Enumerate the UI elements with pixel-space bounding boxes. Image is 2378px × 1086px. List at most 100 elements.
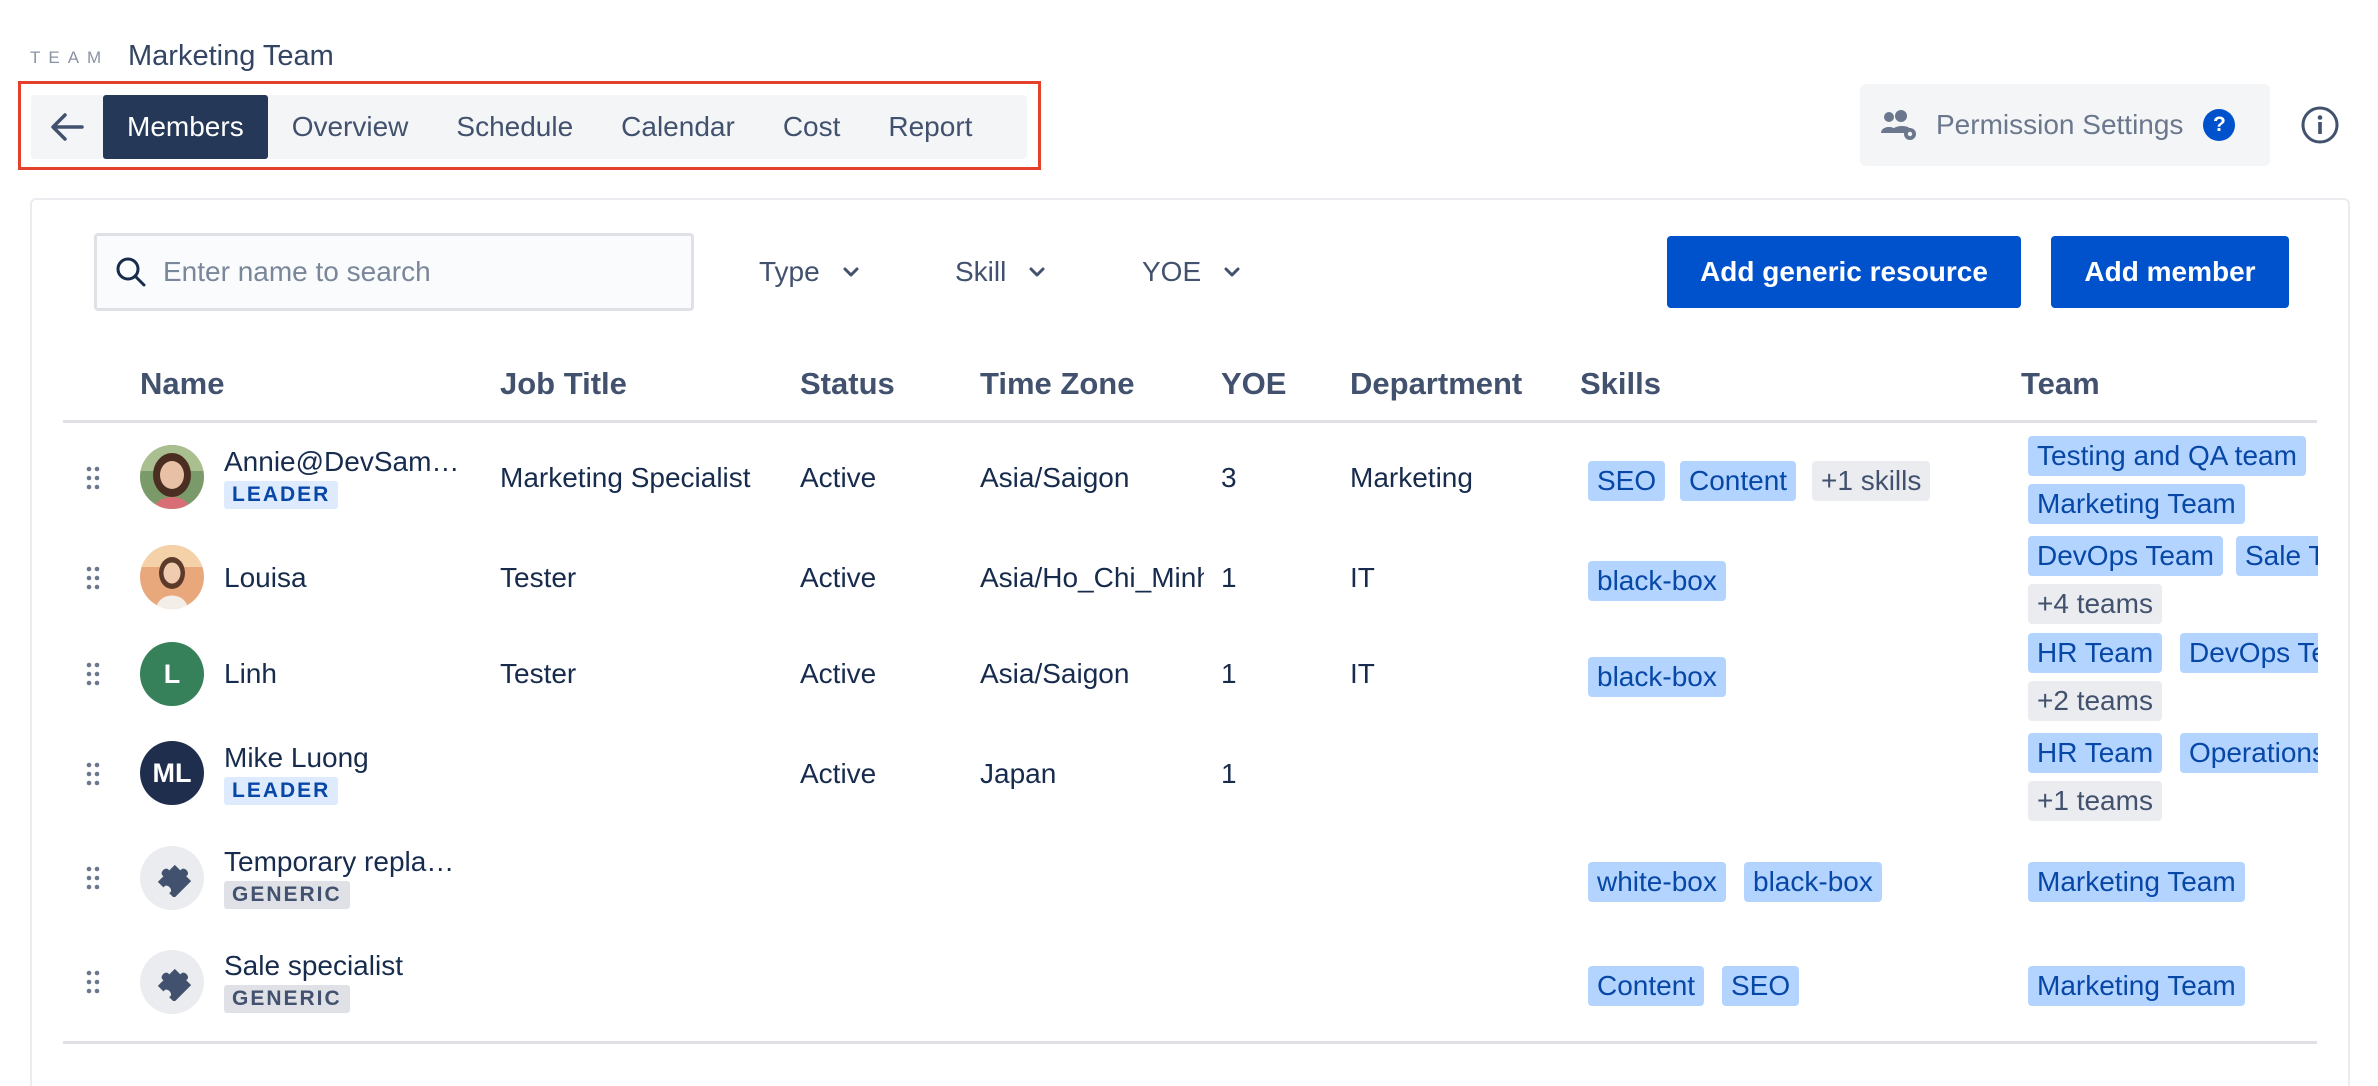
- leader-badge: LEADER: [224, 777, 339, 805]
- team-cell: Marketing Team: [2024, 862, 2318, 906]
- filter-skill[interactable]: Skill: [955, 250, 1046, 294]
- avatar: [140, 846, 204, 910]
- team-chip: HR Team: [2028, 733, 2163, 773]
- permission-settings-button[interactable]: Permission Settings ?: [1860, 84, 2270, 166]
- skill-chip: black-box: [1744, 862, 1882, 902]
- team-chip: DevOps Team: [2180, 633, 2318, 673]
- team-chip: Testing and QA team: [2028, 436, 2306, 476]
- filter-yoe[interactable]: YOE: [1142, 250, 1241, 294]
- yoe: 3: [1221, 462, 1237, 493]
- status: Active: [800, 758, 877, 789]
- tab-schedule[interactable]: Schedule: [432, 95, 597, 159]
- team-cell: Testing and QA team Marketing Team: [2024, 436, 2318, 528]
- user-photo-icon: [140, 445, 204, 509]
- department: Marketing: [1350, 462, 1473, 493]
- team-chip: Sale Team: [2236, 536, 2318, 576]
- drag-handle-icon[interactable]: [84, 660, 102, 688]
- yoe: 1: [1221, 562, 1237, 593]
- skill-chip: black-box: [1588, 657, 1726, 697]
- time-zone: Japan: [980, 758, 1057, 789]
- add-generic-resource-button[interactable]: Add generic resource: [1667, 236, 2021, 308]
- tab-cost[interactable]: Cost: [759, 95, 865, 159]
- status: Active: [800, 462, 877, 493]
- column-header-name[interactable]: Name: [140, 366, 224, 402]
- column-header-team[interactable]: Team: [2021, 366, 2100, 402]
- tab-bar-highlight: Members Overview Schedule Calendar Cost …: [18, 81, 1041, 170]
- search-box[interactable]: [94, 233, 694, 311]
- member-name[interactable]: Louisa: [224, 562, 307, 594]
- drag-handle-icon[interactable]: [84, 464, 102, 492]
- permission-settings-label: Permission Settings: [1936, 109, 2184, 140]
- team-chip: Operations Team: [2180, 733, 2318, 773]
- generic-badge: GENERIC: [224, 881, 350, 909]
- generic-badge: GENERIC: [224, 985, 350, 1013]
- table-header-divider: [63, 420, 2317, 423]
- tab-bar: Members Overview Schedule Calendar Cost …: [31, 95, 1027, 159]
- member-name[interactable]: Linh: [224, 658, 277, 690]
- chevron-down-icon: [1224, 267, 1240, 277]
- team-eyebrow: TEAM: [30, 48, 110, 67]
- team-cell: Marketing Team: [2024, 966, 2318, 1010]
- add-member-button[interactable]: Add member: [2051, 236, 2289, 308]
- arrow-left-icon: [51, 113, 84, 141]
- column-header-job-title[interactable]: Job Title: [500, 366, 627, 402]
- puzzle-piece-icon: [157, 864, 191, 897]
- drag-handle-icon[interactable]: [84, 864, 102, 892]
- skill-chip: black-box: [1588, 561, 1726, 601]
- tab-members[interactable]: Members: [103, 95, 268, 159]
- avatar: L: [140, 642, 204, 706]
- filter-type[interactable]: Type: [759, 250, 860, 294]
- avatar: [140, 950, 204, 1014]
- more-teams-chip[interactable]: +1 teams: [2028, 781, 2162, 821]
- help-icon[interactable]: ?: [2203, 109, 2236, 141]
- member-name[interactable]: Temporary repla…: [224, 846, 454, 878]
- puzzle-piece-icon: [157, 968, 191, 1001]
- team-name: Marketing Team: [128, 40, 334, 72]
- status: Active: [800, 562, 877, 593]
- member-name[interactable]: Sale specialist: [224, 950, 403, 982]
- job-title: Tester: [500, 562, 577, 593]
- column-header-status[interactable]: Status: [800, 366, 895, 402]
- drag-handle-icon[interactable]: [84, 760, 102, 788]
- team-cell: HR Team Operations Team +1 teams: [2024, 733, 2318, 825]
- filter-type-label: Type: [759, 256, 820, 287]
- status: Active: [800, 658, 877, 689]
- tab-overview[interactable]: Overview: [268, 95, 433, 159]
- user-group-settings-icon: [1881, 110, 1916, 140]
- info-icon[interactable]: [2300, 105, 2340, 145]
- filter-skill-label: Skill: [955, 256, 1007, 287]
- department: IT: [1350, 658, 1375, 689]
- avatar: [140, 545, 204, 609]
- time-zone: Asia/Saigon: [980, 658, 1130, 689]
- avatar: ML: [140, 741, 204, 805]
- team-chip: Marketing Team: [2028, 484, 2245, 524]
- time-zone: Asia/Ho_Chi_Minh: [980, 562, 1204, 593]
- column-header-department[interactable]: Department: [1350, 366, 1522, 402]
- chevron-down-icon: [1029, 267, 1045, 277]
- member-name[interactable]: Mike Luong: [224, 742, 369, 774]
- team-chip: DevOps Team: [2028, 536, 2223, 576]
- drag-handle-icon[interactable]: [84, 564, 102, 592]
- column-header-skills[interactable]: Skills: [1580, 366, 1661, 402]
- user-photo-icon: [140, 545, 204, 609]
- team-cell: HR Team DevOps Team +2 teams: [2024, 633, 2318, 725]
- column-header-time-zone[interactable]: Time Zone: [980, 366, 1134, 402]
- chevron-down-icon: [843, 267, 859, 277]
- team-chip: Marketing Team: [2028, 966, 2245, 1006]
- tab-calendar[interactable]: Calendar: [597, 95, 759, 159]
- search-input[interactable]: [163, 256, 663, 288]
- more-teams-chip[interactable]: +2 teams: [2028, 681, 2162, 721]
- team-chip: HR Team: [2028, 633, 2163, 673]
- time-zone: Asia/Saigon: [980, 462, 1130, 493]
- more-skills-chip[interactable]: +1 skills: [1812, 461, 1931, 501]
- skill-chip: Content: [1680, 461, 1797, 501]
- drag-handle-icon[interactable]: [84, 968, 102, 996]
- column-header-yoe[interactable]: YOE: [1221, 366, 1286, 402]
- job-title: Marketing Specialist: [500, 462, 751, 493]
- skill-chip: white-box: [1588, 862, 1726, 902]
- yoe: 1: [1221, 758, 1237, 789]
- back-button[interactable]: [31, 95, 103, 159]
- tab-report[interactable]: Report: [864, 95, 996, 159]
- more-teams-chip[interactable]: +4 teams: [2028, 584, 2162, 624]
- member-name[interactable]: Annie@DevSam…: [224, 446, 459, 478]
